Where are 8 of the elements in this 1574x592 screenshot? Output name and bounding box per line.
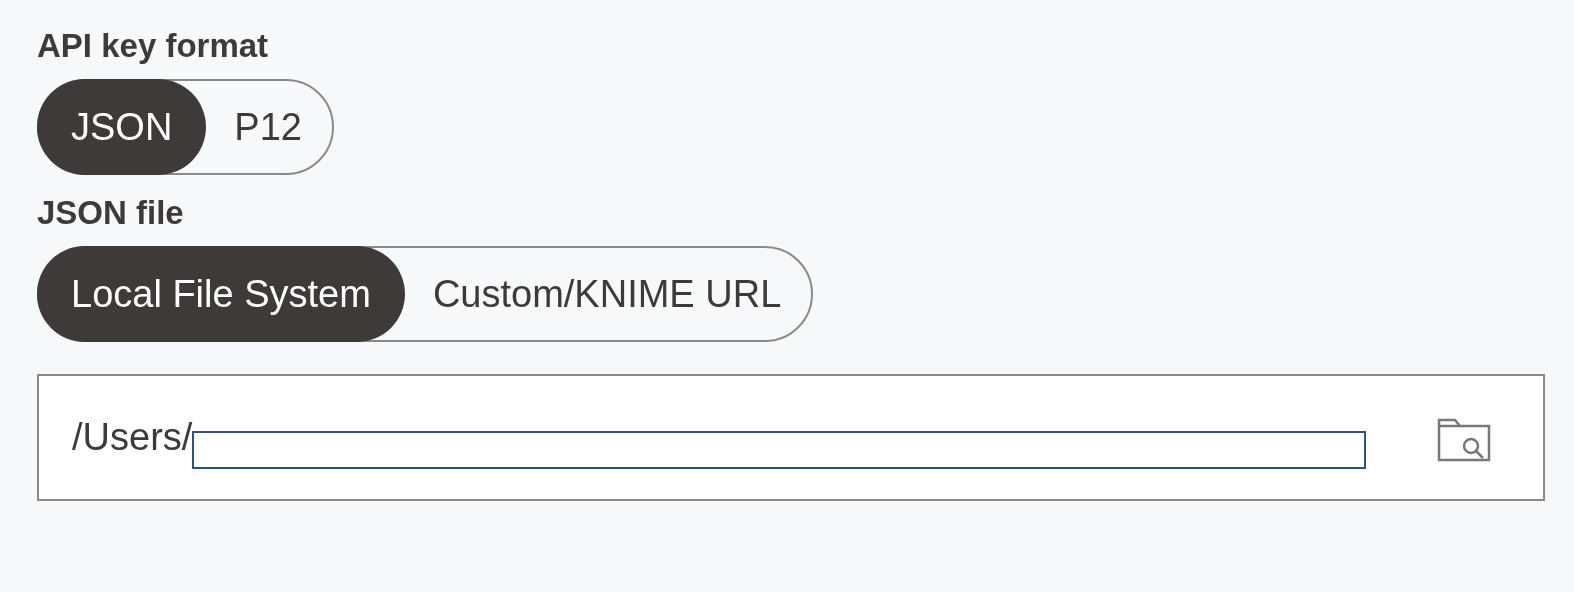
segment-option[interactable]: P12 — [204, 81, 332, 173]
path-text: /Users/ — [72, 415, 193, 460]
section-label: API key format — [37, 26, 270, 66]
segment-option[interactable]: JSON — [37, 79, 207, 175]
path-field[interactable]: /Users/ — [37, 374, 1545, 501]
segment-option[interactable]: Custom/KNIME URL — [402, 248, 812, 340]
segment-option[interactable]: Local File System — [37, 246, 405, 342]
section-label: JSON file — [37, 193, 185, 233]
